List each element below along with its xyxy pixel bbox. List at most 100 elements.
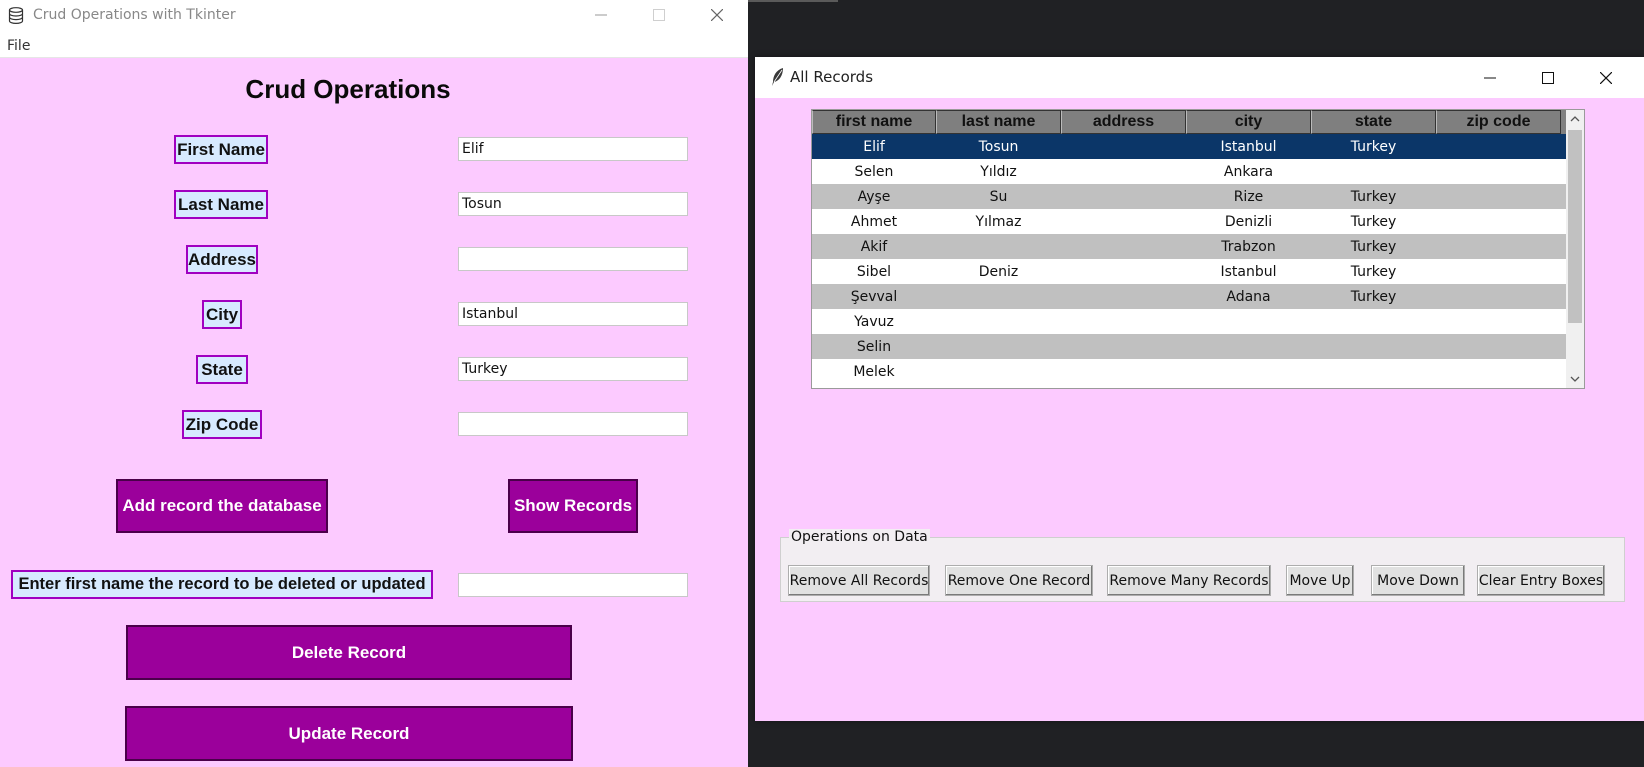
table-row[interactable]: Yavuz [812,309,1566,334]
table-cell [1186,334,1311,359]
records-titlebar[interactable]: All Records [755,57,1644,98]
move-down-button[interactable]: Move Down [1371,565,1465,596]
table-cell: Melek [853,363,895,380]
vertical-scrollbar[interactable] [1566,110,1584,388]
delete-update-field[interactable] [458,573,688,597]
table-row[interactable]: Şevval Adana Turkey [812,284,1566,309]
scroll-down-button[interactable] [1566,370,1584,388]
records-window-title: All Records [790,68,874,86]
table-cell [1436,334,1561,359]
table-cell: Turkey [1350,138,1397,155]
table-cell: Denizli [1224,213,1273,230]
table-row[interactable]: Akif Trabzon Turkey [812,234,1566,259]
last-name-field[interactable]: Tosun [458,192,688,216]
column-header[interactable]: address [1061,110,1186,134]
operations-frame: Operations on Data Remove All Records Re… [780,529,1625,602]
table-row[interactable]: Sibel Deniz Istanbul Turkey [812,259,1566,284]
table-row[interactable]: Elif Tosun Istanbul Turkey [812,134,1566,159]
table-cell [1061,134,1186,159]
records-maximize-button[interactable] [1519,57,1577,98]
close-icon [1600,71,1612,84]
address-field[interactable] [458,247,688,271]
table-body: Elif Tosun Istanbul Turkey Selen Yıldız Ankara… [812,134,1566,384]
table-cell: Adana [1226,288,1271,305]
close-button[interactable] [688,0,746,30]
operations-legend: Operations on Data [789,529,930,545]
table-cell: Şevval [850,288,898,305]
table-cell: Sibel [856,263,892,280]
table-cell: Selin [856,338,892,355]
feather-icon [772,68,783,86]
city-label: City [202,300,242,329]
remove-one-record-button[interactable]: Remove One Record [945,565,1093,596]
table-cell: Trabzon [1221,238,1276,255]
table-cell: Akif [860,238,888,255]
show-records-button[interactable]: Show Records [508,479,638,533]
scroll-up-button[interactable] [1566,110,1584,128]
first-name-label: First Name [174,135,268,164]
table-cell [1436,184,1561,209]
first-name-field[interactable]: Elif [458,137,688,161]
table-cell [1061,234,1186,259]
column-header[interactable]: city [1186,110,1311,134]
table-cell [1061,359,1186,384]
main-titlebar[interactable]: Crud Operations with Tkinter [0,0,748,30]
table-cell [1436,234,1561,259]
state-label: State [196,355,248,384]
column-header[interactable]: state [1311,110,1436,134]
menu-file[interactable]: File [7,38,30,54]
page-title: Crud Operations [245,74,451,104]
move-up-button[interactable]: Move Up [1286,565,1354,596]
table-cell: Turkey [1350,288,1397,305]
background-window-edge [748,0,838,2]
update-record-button[interactable]: Update Record [125,706,573,761]
records-close-button[interactable] [1577,57,1635,98]
add-record-button[interactable]: Add record the database [116,479,328,533]
table-cell: Turkey [1350,188,1397,205]
city-field[interactable]: Istanbul [458,302,688,326]
table-cell [1061,259,1186,284]
records-table[interactable]: first name last name address city state zip c… [811,109,1585,389]
table-cell: Su [989,188,1008,205]
maximize-icon [653,9,665,21]
table-cell: Deniz [978,263,1019,280]
table-cell [1311,309,1436,334]
column-header[interactable]: last name [936,110,1061,134]
table-cell [1436,259,1561,284]
table-cell: Ahmet [850,213,898,230]
table-row[interactable]: Melek [812,359,1566,384]
table-row[interactable]: Selen Yıldız Ankara [812,159,1566,184]
table-cell [936,284,1061,309]
database-icon [8,7,24,24]
state-field[interactable]: Turkey [458,357,688,381]
scrollbar-thumb[interactable] [1568,130,1582,323]
table-row[interactable]: Ahmet Yılmaz Denizli Turkey [812,209,1566,234]
column-header[interactable]: first name [812,110,936,134]
table-cell [1061,334,1186,359]
table-row[interactable]: Ayşe Su Rize Turkey [812,184,1566,209]
table-cell [1061,159,1186,184]
table-cell: Turkey [1350,213,1397,230]
table-cell [1436,159,1561,184]
minimize-button[interactable] [572,0,630,30]
clear-entry-boxes-button[interactable]: Clear Entry Boxes [1477,565,1605,596]
table-cell: Tosun [978,138,1019,155]
remove-many-records-button[interactable]: Remove Many Records [1107,565,1271,596]
delete-record-button[interactable]: Delete Record [126,625,572,680]
table-cell: Istanbul [1220,263,1277,280]
table-row[interactable]: Selin [812,334,1566,359]
table-cell: Yılmaz [975,213,1022,230]
zip-code-field[interactable] [458,412,688,436]
column-header[interactable]: zip code [1436,110,1561,134]
table-cell: Ankara [1223,163,1274,180]
remove-all-records-button[interactable]: Remove All Records [788,565,930,596]
maximize-button[interactable] [630,0,688,30]
table-cell [1436,359,1561,384]
table-cell: Elif [863,138,885,155]
maximize-icon [1542,71,1554,84]
records-minimize-button[interactable] [1461,57,1519,98]
address-label: Address [186,245,258,274]
table-cell: Yavuz [854,313,894,330]
table-cell [1311,359,1436,384]
table-cell [1436,309,1561,334]
